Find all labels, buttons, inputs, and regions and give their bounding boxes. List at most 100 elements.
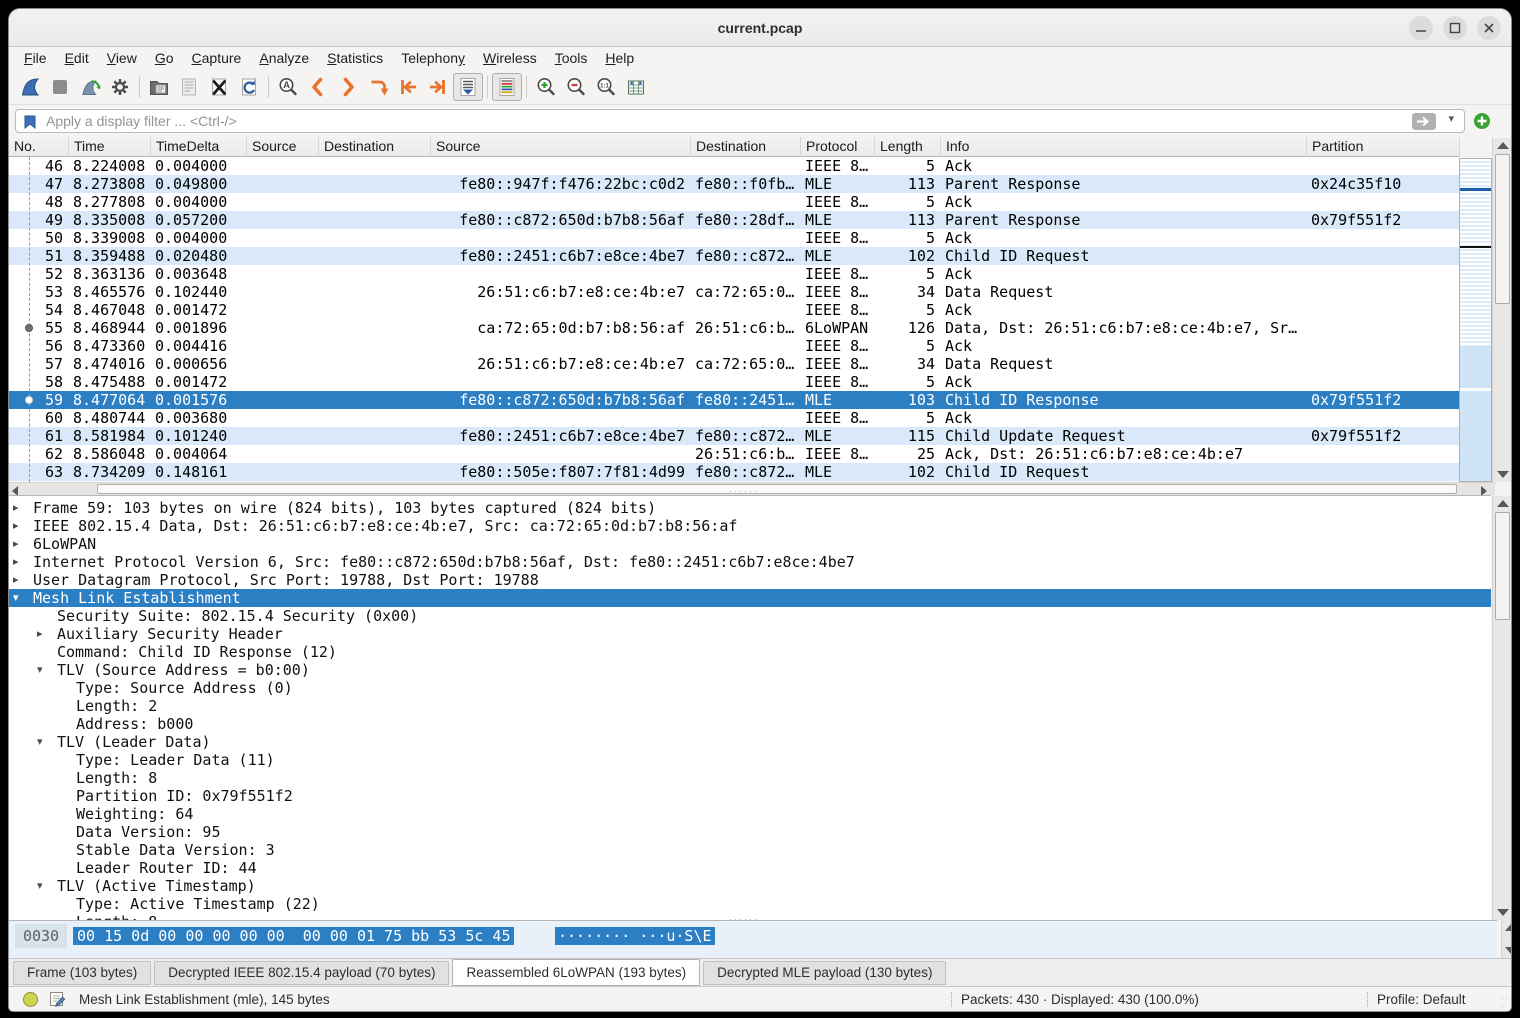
save-file-button[interactable] bbox=[174, 73, 204, 101]
packet-row-59[interactable]: 598.4770640.001576fe80::c872:650d:b7b8:5… bbox=[9, 391, 1460, 409]
menu-wireless[interactable]: Wireless bbox=[474, 47, 546, 69]
collapsed-arrow-icon[interactable]: ▸ bbox=[13, 571, 19, 589]
bytes-scrollbar[interactable] bbox=[1501, 920, 1512, 958]
packet-row-48[interactable]: 488.2778080.004000IEEE 8…5Ack bbox=[9, 193, 1460, 211]
menu-edit[interactable]: Edit bbox=[56, 47, 98, 69]
packet-row-62[interactable]: 628.5860480.00406426:51:c6:b…IEEE 8…25Ac… bbox=[9, 445, 1460, 463]
maximize-button[interactable] bbox=[1443, 16, 1467, 40]
hex-ascii-selected[interactable]: ········ ···u·S\E bbox=[555, 927, 715, 945]
apply-filter-button[interactable] bbox=[1412, 113, 1436, 135]
packet-row-46[interactable]: 468.2240080.004000IEEE 8…5Ack bbox=[9, 157, 1460, 175]
menu-help[interactable]: Help bbox=[596, 47, 643, 69]
detail-line[interactable]: Address: b000 bbox=[9, 715, 1491, 733]
expanded-arrow-icon[interactable]: ▾ bbox=[37, 733, 43, 751]
filter-bookmark-icon[interactable] bbox=[22, 114, 38, 135]
detail-line[interactable]: ▸6LoWPAN bbox=[9, 535, 1491, 553]
packet-row-55[interactable]: 558.4689440.001896ca:72:65:0d:b7:b8:56:a… bbox=[9, 319, 1460, 337]
menu-capture[interactable]: Capture bbox=[183, 47, 251, 69]
detail-line[interactable]: Weighting: 64 bbox=[9, 805, 1491, 823]
column-header-protocol-7[interactable]: Protocol bbox=[801, 137, 875, 157]
reload-file-button[interactable] bbox=[234, 73, 264, 101]
go-back-button[interactable] bbox=[303, 73, 333, 101]
menu-statistics[interactable]: Statistics bbox=[318, 47, 392, 69]
colorize-button[interactable] bbox=[492, 73, 522, 101]
list-details-splitter[interactable]: ······ bbox=[729, 489, 789, 493]
packet-row-61[interactable]: 618.5819840.101240fe80::2451:c6b7:e8ce:4… bbox=[9, 427, 1460, 445]
bytes-tab-3[interactable]: Decrypted MLE payload (130 bytes) bbox=[703, 961, 946, 985]
detail-line[interactable]: Leader Router ID: 44 bbox=[9, 859, 1491, 877]
detail-line[interactable]: ▾TLV (Source Address = b0:00) bbox=[9, 661, 1491, 679]
packet-row-51[interactable]: 518.3594880.020480fe80::2451:c6b7:e8ce:4… bbox=[9, 247, 1460, 265]
detail-line[interactable]: ▾TLV (Leader Data) bbox=[9, 733, 1491, 751]
packet-row-50[interactable]: 508.3390080.004000IEEE 8…5Ack bbox=[9, 229, 1460, 247]
packet-row-49[interactable]: 498.3350080.057200fe80::c872:650d:b7b8:5… bbox=[9, 211, 1460, 229]
packet-row-52[interactable]: 528.3631360.003648IEEE 8…5Ack bbox=[9, 265, 1460, 283]
capture-comment-icon[interactable] bbox=[49, 991, 67, 1012]
expert-info-icon[interactable] bbox=[23, 992, 38, 1007]
menu-file[interactable]: File bbox=[15, 47, 56, 69]
packet-row-47[interactable]: 478.2738080.049800fe80::947f:f476:22bc:c… bbox=[9, 175, 1460, 193]
open-file-button[interactable] bbox=[144, 73, 174, 101]
detail-line[interactable]: ▾TLV (Active Timestamp) bbox=[9, 877, 1491, 895]
restart-capture-button[interactable] bbox=[75, 73, 105, 101]
collapsed-arrow-icon[interactable]: ▸ bbox=[13, 535, 19, 553]
close-button[interactable] bbox=[1477, 16, 1501, 40]
collapsed-arrow-icon[interactable]: ▸ bbox=[37, 625, 43, 643]
detail-line[interactable]: Stable Data Version: 3 bbox=[9, 841, 1491, 859]
packet-list-scrollbar[interactable] bbox=[1492, 138, 1512, 482]
zoom-in-button[interactable] bbox=[531, 73, 561, 101]
find-packet-button[interactable]: A bbox=[273, 73, 303, 101]
expanded-arrow-icon[interactable]: ▾ bbox=[37, 877, 43, 895]
column-header-timedelta-2[interactable]: TimeDelta bbox=[151, 137, 247, 157]
column-header-no-0[interactable]: No. bbox=[9, 137, 69, 157]
title-bar[interactable]: current.pcap bbox=[9, 9, 1511, 47]
bytes-tab-2[interactable]: Reassembled 6LoWPAN (193 bytes) bbox=[452, 959, 700, 986]
column-header-destination-6[interactable]: Destination bbox=[691, 137, 801, 157]
details-scrollbar[interactable] bbox=[1492, 496, 1512, 920]
scroll-down-icon[interactable] bbox=[1497, 471, 1509, 478]
scroll-up-icon[interactable] bbox=[1505, 924, 1512, 931]
detail-line[interactable]: ▸User Datagram Protocol, Src Port: 19788… bbox=[9, 571, 1491, 589]
menu-go[interactable]: Go bbox=[146, 47, 183, 69]
packet-row-63[interactable]: 638.7342090.148161fe80::505e:f807:7f81:4… bbox=[9, 463, 1460, 481]
add-filter-button[interactable] bbox=[1473, 112, 1491, 130]
minimize-button[interactable] bbox=[1409, 16, 1433, 40]
detail-line[interactable]: ▸IEEE 802.15.4 Data, Dst: 26:51:c6:b7:e8… bbox=[9, 517, 1491, 535]
resize-grip[interactable]: ··· bbox=[1501, 994, 1509, 1010]
detail-line[interactable]: Security Suite: 802.15.4 Security (0x00) bbox=[9, 607, 1491, 625]
details-scroll-thumb[interactable] bbox=[1495, 512, 1510, 620]
close-file-button[interactable] bbox=[204, 73, 234, 101]
packet-minimap[interactable] bbox=[1459, 158, 1492, 482]
packet-list-scroll-thumb[interactable] bbox=[1495, 154, 1510, 304]
column-header-info-9[interactable]: Info bbox=[941, 137, 1307, 157]
detail-line[interactable]: Length: 8 bbox=[9, 769, 1491, 787]
hex-bytes-selected[interactable]: 00 15 0d 00 00 00 00 00 00 00 01 75 bb 5… bbox=[73, 927, 514, 945]
detail-line[interactable]: Type: Active Timestamp (22) bbox=[9, 895, 1491, 913]
capture-options-button[interactable] bbox=[105, 73, 135, 101]
column-header-source-3[interactable]: Source bbox=[247, 137, 319, 157]
menu-view[interactable]: View bbox=[98, 47, 146, 69]
bytes-tab-0[interactable]: Frame (103 bytes) bbox=[13, 961, 151, 985]
scroll-down-icon[interactable] bbox=[1505, 947, 1512, 954]
start-capture-button[interactable] bbox=[15, 73, 45, 101]
hex-offset[interactable]: 0030 bbox=[15, 924, 67, 948]
menu-tools[interactable]: Tools bbox=[546, 47, 597, 69]
menu-telephony[interactable]: Telephony bbox=[392, 47, 474, 69]
column-header-source-5[interactable]: Source bbox=[431, 137, 691, 157]
column-header-length-8[interactable]: Length bbox=[875, 137, 941, 157]
go-first-button[interactable] bbox=[393, 73, 423, 101]
go-last-button[interactable] bbox=[423, 73, 453, 101]
detail-line[interactable]: Type: Source Address (0) bbox=[9, 679, 1491, 697]
scroll-up-icon[interactable] bbox=[1497, 142, 1509, 149]
column-header-time-1[interactable]: Time bbox=[69, 137, 151, 157]
collapsed-arrow-icon[interactable]: ▸ bbox=[13, 499, 19, 517]
resize-columns-button[interactable] bbox=[621, 73, 651, 101]
go-to-packet-button[interactable] bbox=[363, 73, 393, 101]
packet-row-60[interactable]: 608.4807440.003680IEEE 8…5Ack bbox=[9, 409, 1460, 427]
scroll-up-icon[interactable] bbox=[1497, 500, 1509, 507]
status-profile[interactable]: Profile: Default bbox=[1377, 987, 1466, 1012]
detail-line[interactable]: Length: 2 bbox=[9, 697, 1491, 715]
zoom-original-button[interactable]: 1:1 bbox=[591, 73, 621, 101]
scroll-down-icon[interactable] bbox=[1497, 909, 1509, 916]
menu-analyze[interactable]: Analyze bbox=[250, 47, 318, 69]
